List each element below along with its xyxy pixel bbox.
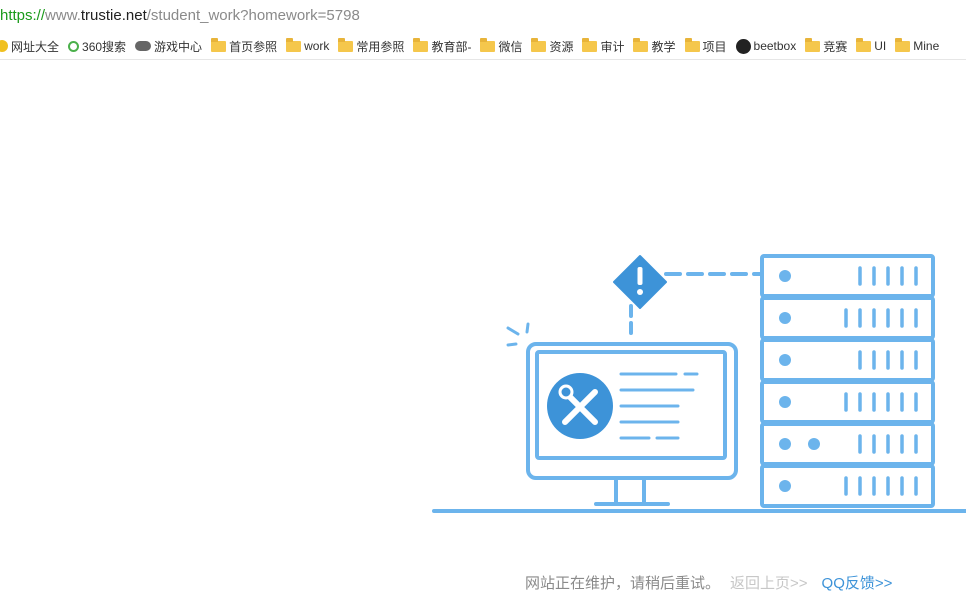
folder-icon <box>338 37 354 52</box>
warning-icon <box>613 255 667 309</box>
folder-icon <box>286 37 302 52</box>
folder-icon <box>684 37 700 52</box>
smile-icon <box>0 40 8 52</box>
bookmark-label: Mine <box>913 39 940 53</box>
maintenance-illustration <box>432 254 966 513</box>
back-link[interactable]: 返回上页>> <box>730 575 808 592</box>
bookmark-games[interactable]: 游戏中心 <box>135 38 202 55</box>
bookmark-label: 首页参照 <box>229 39 278 54</box>
gamepad-icon <box>135 41 152 51</box>
github-icon <box>735 38 751 54</box>
bookmark-folder[interactable]: 审计 <box>582 37 625 55</box>
folder-icon <box>480 37 496 52</box>
search-360-icon <box>68 40 80 52</box>
url-host-prefix: www. <box>45 7 81 24</box>
folder-icon <box>211 37 227 52</box>
maintenance-footer: 网站正在维护，请稍后重试。 返回上页>> QQ反馈>> <box>525 573 892 595</box>
bookmark-folder[interactable]: 资源 <box>531 37 574 55</box>
bookmark-folder[interactable]: 项目 <box>684 37 727 55</box>
folder-icon <box>895 37 911 52</box>
folder-icon <box>413 37 429 52</box>
folder-icon <box>531 37 547 52</box>
bookmark-folder[interactable]: 微信 <box>480 37 523 55</box>
bookmark-label: 360搜索 <box>82 39 127 54</box>
url-scheme: https:// <box>0 7 46 24</box>
bookmark-folder[interactable]: 教育部- <box>413 37 472 55</box>
bookmark-label: UI <box>874 39 887 53</box>
bookmark-label: 审计 <box>600 39 625 54</box>
bookmark-label: 常用参照 <box>356 39 405 54</box>
maintenance-message: 网站正在维护，请稍后重试。 <box>525 575 721 592</box>
bookmark-folder[interactable]: 竞赛 <box>805 37 848 55</box>
bookmark-beetbox[interactable]: beetbox <box>735 38 797 54</box>
bookmark-label: 游戏中心 <box>154 39 203 54</box>
tools-icon <box>547 373 613 439</box>
bookmark-label: 教育部- <box>431 39 472 54</box>
bookmark-label: 项目 <box>702 39 727 54</box>
url-path: /student_work?homework=5798 <box>146 7 360 24</box>
qq-feedback-link[interactable]: QQ反馈>> <box>822 575 893 592</box>
bookmark-label: 竞赛 <box>823 39 848 54</box>
bookmark-folder[interactable]: 首页参照 <box>211 37 278 55</box>
bookmark-label: work <box>304 39 330 53</box>
bookmarks-bar: 网址大全 360搜索 游戏中心 首页参照 work 常用参照 教育部- 微信 资… <box>0 33 966 60</box>
bookmark-folder[interactable]: Mine <box>895 37 940 53</box>
bookmark-folder[interactable]: 常用参照 <box>338 37 405 55</box>
address-bar[interactable]: https://www.trustie.net/student_work?hom… <box>0 0 966 32</box>
bookmark-360[interactable]: 360搜索 <box>68 38 126 55</box>
url-host: trustie.net <box>80 7 147 24</box>
bookmark-wangzhi[interactable]: 网址大全 <box>0 38 59 55</box>
bookmark-folder[interactable]: work <box>286 37 330 53</box>
monitor-stand <box>594 476 670 506</box>
folder-icon <box>633 37 649 52</box>
bookmark-folder[interactable]: 教学 <box>633 37 676 55</box>
folder-icon <box>856 37 872 52</box>
bookmark-label: 资源 <box>549 39 574 54</box>
bookmark-label: 网址大全 <box>11 39 60 54</box>
folder-icon <box>805 37 821 52</box>
folder-icon <box>582 37 598 52</box>
bookmark-label: beetbox <box>753 39 797 53</box>
bookmark-folder[interactable]: UI <box>856 37 887 53</box>
bookmark-label: 微信 <box>498 39 523 54</box>
bookmark-label: 教学 <box>651 39 676 54</box>
